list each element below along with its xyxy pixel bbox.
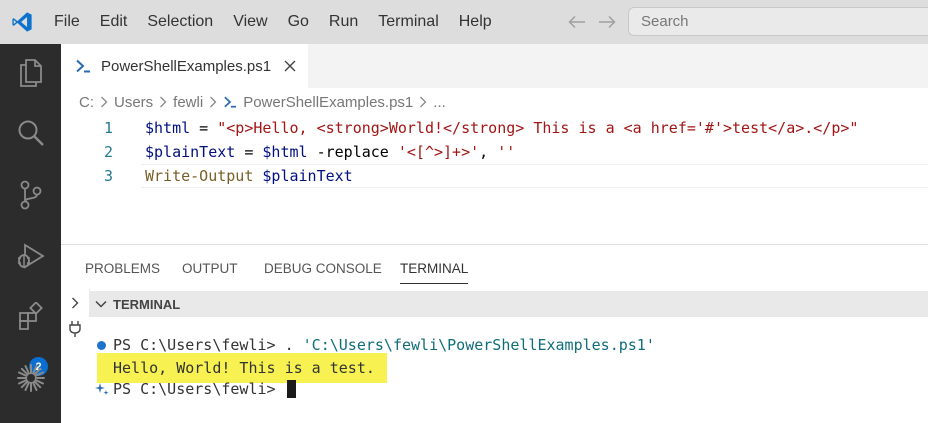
close-icon[interactable] xyxy=(281,57,299,75)
terminal-section-header[interactable]: TERMINAL xyxy=(89,291,928,317)
back-arrow-icon[interactable] xyxy=(562,7,592,37)
tab-label: PowerShellExamples.ps1 xyxy=(101,57,272,75)
line-number: 1 xyxy=(103,119,113,137)
code-token: $html xyxy=(145,119,191,137)
command-output: Hello, World! This is a test. xyxy=(113,359,375,377)
prompt: PS C:\Users\fewli> xyxy=(113,380,285,398)
code-token: = xyxy=(190,119,218,137)
chevron-right-icon xyxy=(159,96,167,108)
breadcrumb-drive[interactable]: C: xyxy=(79,94,94,111)
code-line[interactable]: 2 $plainText = $html -replace '<[^>]+>',… xyxy=(61,140,928,164)
breadcrumb-more[interactable]: ... xyxy=(433,94,446,111)
tab-output[interactable]: OUTPUT xyxy=(182,245,238,289)
terminal-side-toolbar xyxy=(61,289,90,423)
menu-view[interactable]: View xyxy=(223,0,277,44)
code-editor[interactable]: 1 $html = "<p>Hello, <strong>World!</str… xyxy=(61,116,928,244)
terminal-output[interactable]: PS C:\Users\fewli> . 'C:\Users\fewli\Pow… xyxy=(89,317,928,423)
menu-help[interactable]: Help xyxy=(449,0,502,44)
breadcrumb: C: Users fewli PowerShellExamples.ps1 ..… xyxy=(61,88,928,116)
line-code: $plainText = $html -replace '<[^>]+>', '… xyxy=(145,143,515,161)
breadcrumb-fewli[interactable]: fewli xyxy=(173,94,203,111)
menu-go[interactable]: Go xyxy=(278,0,319,44)
line-number: 2 xyxy=(103,143,113,161)
code-token: "<p>Hello, <strong>World!</strong> This … xyxy=(217,119,859,137)
search-icon[interactable] xyxy=(0,108,61,158)
activity-bar: 2 xyxy=(0,44,61,423)
line-code: Write-Output $plainText xyxy=(145,167,353,185)
menu-terminal[interactable]: Terminal xyxy=(368,0,448,44)
line-code: $html = "<p>Hello, <strong>World!</stron… xyxy=(145,119,858,137)
sparkle-decoration-icon xyxy=(95,382,113,396)
sparkle-icon[interactable] xyxy=(0,353,61,403)
terminal-section-title: TERMINAL xyxy=(113,296,181,312)
code-line[interactable]: 1 $html = "<p>Hello, <strong>World!</str… xyxy=(61,116,928,140)
code-token: '' xyxy=(497,143,516,161)
powershell-file-icon xyxy=(223,96,237,108)
powershell-file-icon xyxy=(75,57,93,75)
menu-edit[interactable]: Edit xyxy=(90,0,138,44)
breadcrumb-users[interactable]: Users xyxy=(114,94,153,111)
code-token: '<[^>]+>' xyxy=(397,143,480,161)
vscode-logo-icon xyxy=(0,0,44,44)
explorer-icon[interactable] xyxy=(0,48,61,98)
plug-icon[interactable] xyxy=(61,317,89,341)
chevron-down-icon xyxy=(95,300,107,308)
breadcrumb-file[interactable]: PowerShellExamples.ps1 xyxy=(243,94,413,111)
prompt: PS C:\Users\fewli> xyxy=(113,336,285,354)
extensions-icon[interactable] xyxy=(0,291,61,341)
menu-file[interactable]: File xyxy=(44,0,90,44)
command-decoration-dot[interactable] xyxy=(97,341,106,350)
script-path: 'C:\Users\fewli\PowerShellExamples.ps1' xyxy=(302,336,655,354)
code-token: $plainText xyxy=(145,143,236,161)
run-debug-icon[interactable] xyxy=(0,231,61,281)
code-token: = xyxy=(235,143,263,161)
menu-selection[interactable]: Selection xyxy=(137,0,223,44)
tab-debug-console[interactable]: DEBUG CONSOLE xyxy=(264,245,382,289)
chevron-right-icon xyxy=(209,96,217,108)
code-token: $plainText xyxy=(262,167,353,185)
terminal-cursor xyxy=(286,380,296,398)
chevron-right-icon[interactable] xyxy=(61,291,89,315)
navigation-arrows xyxy=(562,7,622,37)
title-bar: File Edit Selection View Go Run Terminal… xyxy=(0,0,928,44)
terminal-line: Hello, World! This is a test. xyxy=(113,357,375,379)
menu-bar: File Edit Selection View Go Run Terminal… xyxy=(44,0,502,44)
terminal-line: PS C:\Users\fewli> . 'C:\Users\fewli\Pow… xyxy=(113,334,655,356)
menu-run[interactable]: Run xyxy=(319,0,368,44)
chevron-right-icon xyxy=(419,96,427,108)
command: . xyxy=(284,336,303,354)
code-line[interactable]: 3 Write-Output $plainText xyxy=(61,164,928,188)
chevron-right-icon xyxy=(100,96,108,108)
tab-terminal[interactable]: TERMINAL xyxy=(400,245,469,284)
code-token: $html xyxy=(262,143,308,161)
tab-problems[interactable]: PROBLEMS xyxy=(85,245,160,289)
terminal-line: PS C:\Users\fewli> xyxy=(95,378,296,400)
search-input[interactable]: Search xyxy=(628,7,928,36)
line-number: 3 xyxy=(103,167,113,185)
code-token: , xyxy=(479,143,498,161)
forward-arrow-icon[interactable] xyxy=(592,7,622,37)
tab-powershell-examples[interactable]: PowerShellExamples.ps1 xyxy=(61,44,308,88)
source-control-icon[interactable] xyxy=(0,170,61,220)
panel-tab-bar: PROBLEMS OUTPUT DEBUG CONSOLE TERMINAL xyxy=(61,245,928,289)
code-token: -replace xyxy=(307,143,398,161)
search-placeholder: Search xyxy=(641,13,689,30)
editor-tab-bar: PowerShellExamples.ps1 xyxy=(61,44,928,88)
code-token: Write-Output xyxy=(145,167,254,185)
